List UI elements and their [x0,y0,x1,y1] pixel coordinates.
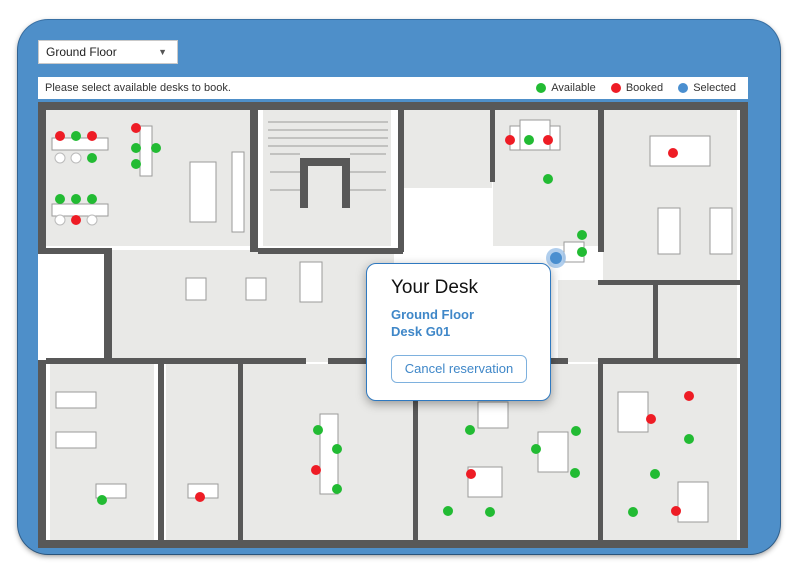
desk-available[interactable] [531,444,541,454]
desk-available[interactable] [332,484,342,494]
available-dot-icon [536,83,547,93]
booked-dot-icon [610,83,621,93]
desk-booked [505,135,515,145]
desk-available[interactable] [443,506,453,516]
desk-available[interactable] [71,131,81,141]
legend: Available Booked Selected [524,77,736,99]
desk-booked [466,469,476,479]
floor-selector[interactable]: Ground Floor ▼ [38,40,178,64]
desk-available[interactable] [628,507,638,517]
desk-booked [543,135,553,145]
legend-item-available: Available [536,77,596,99]
popup-desk: Desk G01 [391,324,451,339]
desk-available[interactable] [485,507,495,517]
desk-booked [684,391,694,401]
desk-booked [671,506,681,516]
desk-available[interactable] [684,434,694,444]
desk-available[interactable] [543,174,553,184]
selected-dot-icon [678,83,689,93]
desk-booked [131,123,141,133]
desk-available[interactable] [332,444,342,454]
popup-title: Your Desk [391,277,478,298]
desk-available[interactable] [524,135,534,145]
desk-available[interactable] [465,425,475,435]
popup-floor: Ground Floor [391,307,475,322]
desk-booked [646,414,656,424]
legend-label-selected: Selected [693,82,736,94]
desk-booked [87,131,97,141]
chevron-down-icon: ▼ [158,47,167,57]
legend-label-available: Available [551,82,596,94]
desk-booked [195,492,205,502]
floor-selector-value: Ground Floor [46,45,117,59]
desk-available[interactable] [577,230,587,240]
desk-available[interactable] [55,194,65,204]
desk-available[interactable] [650,469,660,479]
desk-popup: Your Desk Ground Floor Desk G01 Cancel r… [366,263,551,401]
desk-seat [54,214,66,226]
info-bar: Please select available desks to book. A… [38,77,748,99]
desk-booked [668,148,678,158]
desk-seat [70,152,82,164]
desk-available[interactable] [97,495,107,505]
legend-item-booked: Booked [610,77,664,99]
desk-available[interactable] [151,143,161,153]
desk-available[interactable] [570,468,580,478]
instructions-text: Please select available desks to book. [45,82,231,94]
desk-available[interactable] [571,426,581,436]
desk-available[interactable] [313,425,323,435]
desk-available[interactable] [131,159,141,169]
desk-seat [54,152,66,164]
desk-available[interactable] [87,153,97,163]
desk-booked [55,131,65,141]
desk-seat [86,214,98,226]
desk-booked [311,465,321,475]
desk-available[interactable] [87,194,97,204]
legend-label-booked: Booked [625,82,664,94]
desk-available[interactable] [577,247,587,257]
desk-available[interactable] [71,194,81,204]
legend-item-selected: Selected [678,77,736,99]
desk-available[interactable] [131,143,141,153]
selected-desk[interactable] [550,252,562,264]
cancel-reservation-button[interactable]: Cancel reservation [391,355,527,383]
desk-booked [71,215,81,225]
